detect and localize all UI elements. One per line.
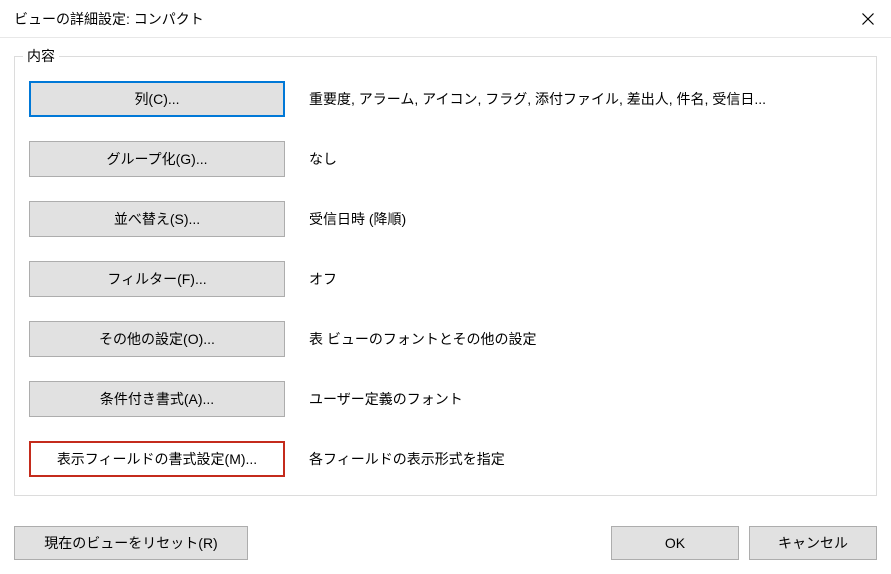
filter-button[interactable]: フィルター(F)... (29, 261, 285, 297)
row-filter: フィルター(F)... オフ (29, 261, 858, 297)
groupbox-legend: 内容 (23, 46, 59, 66)
row-groupby: グループ化(G)... なし (29, 141, 858, 177)
other-settings-desc: 表 ビューのフォントとその他の設定 (309, 329, 536, 349)
groupby-desc: なし (309, 149, 337, 169)
window-title: ビューの詳細設定: コンパクト (14, 9, 204, 29)
close-button[interactable] (845, 0, 891, 38)
row-conditional-format: 条件付き書式(A)... ユーザー定義のフォント (29, 381, 858, 417)
close-icon (862, 13, 874, 25)
groupbox-contents: 内容 列(C)... 重要度, アラーム, アイコン, フラグ, 添付ファイル,… (14, 56, 877, 496)
filter-desc: オフ (309, 269, 337, 289)
conditional-format-desc: ユーザー定義のフォント (309, 389, 463, 409)
conditional-format-button[interactable]: 条件付き書式(A)... (29, 381, 285, 417)
ok-button[interactable]: OK (611, 526, 739, 560)
footer-left: 現在のビューをリセット(R) (14, 526, 248, 560)
columns-button[interactable]: 列(C)... (29, 81, 285, 117)
row-field-format: 表示フィールドの書式設定(M)... 各フィールドの表示形式を指定 (29, 441, 858, 477)
sort-desc: 受信日時 (降順) (309, 209, 406, 229)
footer-right: OK キャンセル (611, 526, 877, 560)
columns-desc: 重要度, アラーム, アイコン, フラグ, 添付ファイル, 差出人, 件名, 受… (309, 89, 766, 109)
footer: 現在のビューをリセット(R) OK キャンセル (0, 512, 891, 574)
row-columns: 列(C)... 重要度, アラーム, アイコン, フラグ, 添付ファイル, 差出… (29, 81, 858, 117)
titlebar: ビューの詳細設定: コンパクト (0, 0, 891, 38)
groupby-button[interactable]: グループ化(G)... (29, 141, 285, 177)
row-other-settings: その他の設定(O)... 表 ビューのフォントとその他の設定 (29, 321, 858, 357)
row-sort: 並べ替え(S)... 受信日時 (降順) (29, 201, 858, 237)
field-format-desc: 各フィールドの表示形式を指定 (309, 449, 505, 469)
sort-button[interactable]: 並べ替え(S)... (29, 201, 285, 237)
reset-view-button[interactable]: 現在のビューをリセット(R) (14, 526, 248, 560)
field-format-button[interactable]: 表示フィールドの書式設定(M)... (29, 441, 285, 477)
content-area: 内容 列(C)... 重要度, アラーム, アイコン, フラグ, 添付ファイル,… (0, 38, 891, 496)
cancel-button[interactable]: キャンセル (749, 526, 877, 560)
other-settings-button[interactable]: その他の設定(O)... (29, 321, 285, 357)
